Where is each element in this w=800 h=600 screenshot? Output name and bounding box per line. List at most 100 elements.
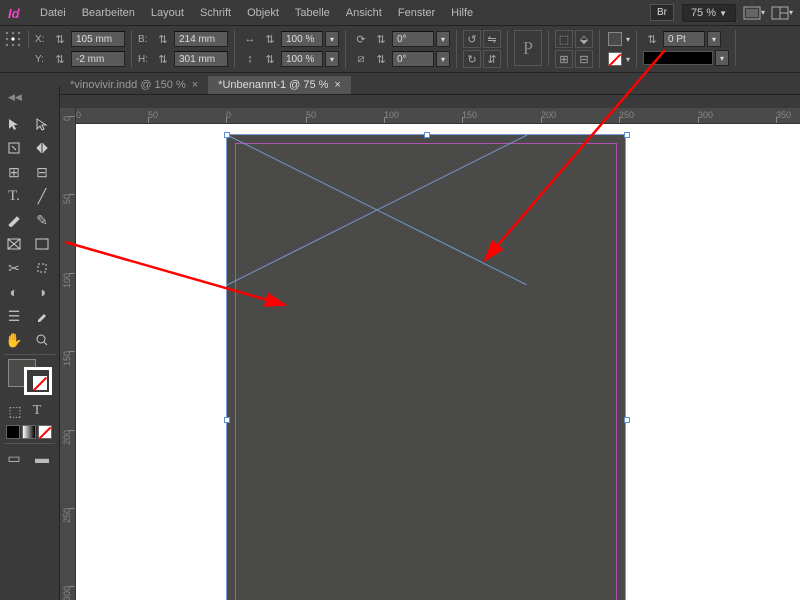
shear-icon: ⧄ — [352, 50, 370, 68]
dropdown-icon[interactable]: ▾ — [707, 31, 721, 47]
fit-frame-icon[interactable]: ⊟ — [575, 50, 593, 68]
menu-objekt[interactable]: Objekt — [239, 3, 287, 23]
scale-y-input[interactable] — [281, 51, 323, 67]
stepper-icon[interactable]: ⇅ — [643, 30, 661, 48]
fit-content-icon[interactable]: ⊞ — [555, 50, 573, 68]
document-tab[interactable]: *vinovivir.indd @ 150 %× — [60, 76, 208, 94]
eyedropper-tool-icon[interactable] — [29, 305, 55, 327]
gap-tool-icon[interactable] — [29, 137, 55, 159]
page-tool-icon[interactable] — [1, 137, 27, 159]
screen-mode-icon[interactable]: ▾ — [742, 3, 766, 23]
selection-tool-icon[interactable] — [1, 113, 27, 135]
arrange-icon[interactable]: ▾ — [770, 3, 794, 23]
stepper-icon[interactable]: ⇅ — [372, 30, 390, 48]
menu-tabelle[interactable]: Tabelle — [287, 3, 338, 23]
pen-tool-icon[interactable] — [1, 209, 27, 231]
height-input[interactable] — [174, 51, 228, 67]
rectangle-tool-icon[interactable] — [29, 233, 55, 255]
stroke-weight-input[interactable] — [663, 31, 705, 47]
rotate-cw-icon[interactable]: ↻ — [463, 50, 481, 68]
pencil-tool-icon[interactable]: ✎ — [29, 209, 55, 231]
selection-handle[interactable] — [224, 417, 230, 423]
document-tab[interactable]: *Unbenannt-1 @ 75 %× — [208, 76, 351, 94]
fill-stroke-swatch[interactable] — [8, 359, 52, 395]
menu-ansicht[interactable]: Ansicht — [338, 3, 390, 23]
gradient-swatch-tool-icon[interactable]: ◐ — [1, 281, 27, 303]
bridge-badge[interactable]: Br — [650, 4, 674, 21]
free-transform-tool-icon[interactable] — [29, 257, 55, 279]
type-tool-icon[interactable]: T. — [1, 185, 27, 207]
rotate-ccw-icon[interactable]: ↺ — [463, 30, 481, 48]
y-input[interactable] — [71, 51, 125, 67]
stroke-swatch-icon[interactable] — [606, 50, 624, 68]
close-tab-icon[interactable]: × — [192, 79, 198, 91]
x-input[interactable] — [71, 31, 125, 47]
selection-handle[interactable] — [424, 132, 430, 138]
apply-gradient-icon[interactable] — [22, 425, 36, 439]
menu-layout[interactable]: Layout — [143, 3, 192, 23]
swatch-drop-icon[interactable]: ▾ — [626, 55, 630, 64]
formatting-container-icon[interactable]: ⬚ — [5, 400, 25, 422]
view-mode-normal-icon[interactable]: ▭ — [1, 447, 27, 469]
workspace: 10050050100150200250300350 0501001502002… — [60, 108, 800, 600]
rotate-icon: ⟳ — [352, 30, 370, 48]
stepper-icon[interactable]: ⇅ — [154, 50, 172, 68]
gradient-feather-tool-icon[interactable]: ◑ — [29, 281, 55, 303]
collapse-icon[interactable]: ◀◀ — [8, 92, 22, 103]
stepper-icon[interactable]: ⇅ — [261, 50, 279, 68]
swatch-drop-icon[interactable]: ▾ — [626, 35, 630, 44]
selection-handle[interactable] — [624, 417, 630, 423]
note-tool-icon[interactable]: ☰ — [1, 305, 27, 327]
menu-schrift[interactable]: Schrift — [192, 3, 239, 23]
shear-input[interactable] — [392, 51, 434, 67]
toolbox-header: ◀◀ — [0, 86, 60, 108]
select-content-icon[interactable]: ⬙ — [575, 30, 593, 48]
vertical-ruler[interactable]: 050100150200250300 — [60, 108, 76, 600]
content-placer-icon[interactable]: ⊟ — [29, 161, 55, 183]
scale-x-icon: ↔ — [241, 30, 259, 48]
stepper-icon[interactable]: ⇅ — [261, 30, 279, 48]
dropdown-icon[interactable]: ▾ — [325, 51, 339, 67]
line-tool-icon[interactable]: ╱ — [29, 185, 55, 207]
dropdown-icon[interactable]: ▾ — [325, 31, 339, 47]
select-container-icon[interactable]: ⬚ — [555, 30, 573, 48]
width-input[interactable] — [174, 31, 228, 47]
stepper-icon[interactable]: ⇅ — [51, 30, 69, 48]
menu-hilfe[interactable]: Hilfe — [443, 3, 481, 23]
scissors-tool-icon[interactable]: ✂ — [1, 257, 27, 279]
stepper-icon[interactable]: ⇅ — [372, 50, 390, 68]
zoom-tool-icon[interactable] — [29, 329, 55, 351]
rotate-input[interactable] — [392, 31, 434, 47]
flip-v-icon[interactable]: ⇵ — [483, 50, 501, 68]
control-panel: X:⇅ Y:⇅ B:⇅ H:⇅ ↔⇅▾ ↕⇅▾ ⟳⇅▾ ⧄⇅▾ ↺⇋ ↻⇵ P … — [0, 26, 800, 73]
dropdown-icon[interactable]: ▾ — [715, 50, 729, 66]
zoom-select[interactable]: 75 % ▼ — [682, 4, 736, 22]
stepper-icon[interactable]: ⇅ — [154, 30, 172, 48]
apply-color-icon[interactable] — [6, 425, 20, 439]
menu-bearbeiten[interactable]: Bearbeiten — [74, 3, 143, 23]
rectangle-frame[interactable] — [226, 134, 626, 600]
paragraph-style-icon[interactable]: P — [514, 30, 542, 66]
stepper-icon[interactable]: ⇅ — [51, 50, 69, 68]
scale-x-input[interactable] — [281, 31, 323, 47]
dropdown-icon[interactable]: ▾ — [436, 31, 450, 47]
horizontal-ruler[interactable]: 10050050100150200250300350 — [76, 108, 800, 124]
close-tab-icon[interactable]: × — [334, 79, 340, 91]
dropdown-icon[interactable]: ▾ — [436, 51, 450, 67]
menu-fenster[interactable]: Fenster — [390, 3, 443, 23]
flip-h-icon[interactable]: ⇋ — [483, 30, 501, 48]
fill-swatch-icon[interactable] — [606, 30, 624, 48]
menu-datei[interactable]: Datei — [32, 3, 74, 23]
stroke-style-select[interactable] — [643, 51, 713, 65]
hand-tool-icon[interactable]: ✋ — [1, 329, 27, 351]
rectangle-frame-tool-icon[interactable] — [1, 233, 27, 255]
reference-point-icon[interactable] — [4, 30, 22, 48]
direct-selection-tool-icon[interactable] — [29, 113, 55, 135]
content-collector-icon[interactable]: ⊞ — [1, 161, 27, 183]
formatting-text-icon[interactable]: T — [27, 400, 47, 422]
apply-none-icon[interactable] — [38, 425, 52, 439]
selection-handle[interactable] — [224, 132, 230, 138]
canvas[interactable] — [76, 124, 800, 600]
selection-handle[interactable] — [624, 132, 630, 138]
view-mode-preview-icon[interactable]: ▬ — [29, 447, 55, 469]
